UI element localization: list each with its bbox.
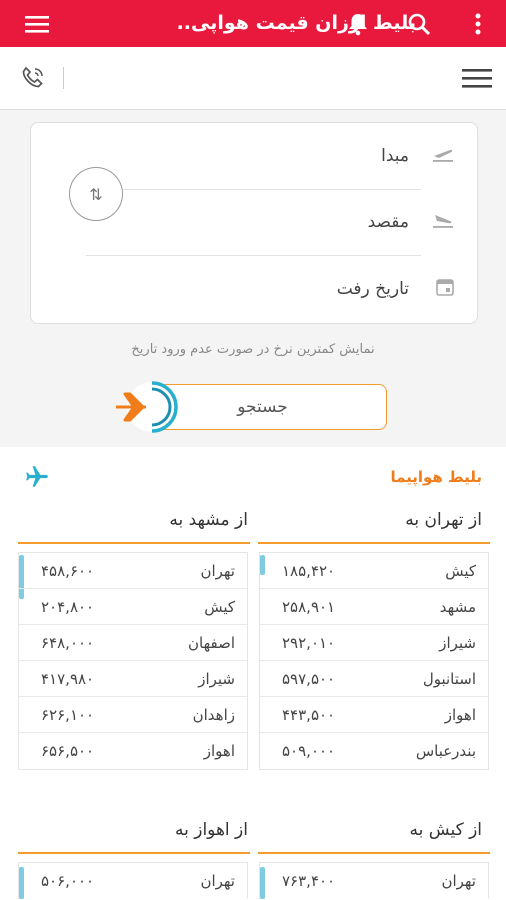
more-vert-icon[interactable] xyxy=(468,0,488,47)
destination-field[interactable]: مقصد xyxy=(87,197,477,247)
date-field[interactable]: تاریخ رفت xyxy=(87,264,477,314)
route-price: ۱۸۵,۴۲۰ xyxy=(282,562,336,580)
route-row[interactable]: تهران ۵۰۶,۰۰۰ xyxy=(19,863,247,899)
destination-label: مقصد xyxy=(367,212,409,232)
route-row[interactable]: کیش ۱۸۵,۴۲۰ xyxy=(260,553,488,589)
route-city: شیراز xyxy=(198,670,235,688)
route-underline xyxy=(18,852,250,854)
divider xyxy=(86,255,421,256)
app-title: بلیط ارزان قیمت هواپی.. xyxy=(176,12,416,34)
section-brand: بلیط هواپیما xyxy=(390,468,482,486)
route-title-mashhad: از مشهد به xyxy=(169,510,248,530)
route-row[interactable]: اصفهان ۶۴۸,۰۰۰ xyxy=(19,625,247,661)
route-row[interactable]: استانبول ۵۹۷,۵۰۰ xyxy=(260,661,488,697)
landing-icon xyxy=(431,211,455,233)
calendar-icon xyxy=(435,277,455,301)
route-city: تهران xyxy=(441,872,476,890)
route-city: اهواز xyxy=(203,742,235,760)
route-city: اهواز xyxy=(444,706,476,724)
menu-icon[interactable] xyxy=(20,0,54,47)
route-row[interactable]: اهواز ۶۵۶,۵۰۰ xyxy=(19,733,247,769)
route-price: ۲۵۸,۹۰۱ xyxy=(282,598,336,616)
route-city: بندرعباس xyxy=(415,742,476,760)
route-title-kish: از کیش به xyxy=(409,820,482,840)
route-city: کیش xyxy=(204,598,235,616)
route-city: زاهدان xyxy=(192,706,235,724)
search-button-label: جستجو xyxy=(237,397,288,417)
route-list-kish: تهران ۷۶۳,۴۰۰ xyxy=(259,862,489,899)
route-price: ۲۹۲,۰۱۰ xyxy=(282,634,336,652)
route-city: تهران xyxy=(200,562,235,580)
route-city: اصفهان xyxy=(188,634,235,652)
route-price: ۵۹۷,۵۰۰ xyxy=(282,670,336,688)
route-row[interactable]: اهواز ۴۴۳,۵۰۰ xyxy=(260,697,488,733)
route-row[interactable]: مشهد ۲۵۸,۹۰۱ xyxy=(260,589,488,625)
route-row[interactable]: تهران ۴۵۸,۶۰۰ xyxy=(19,553,247,589)
toolbar-divider xyxy=(63,67,64,89)
route-list-ahvaz: تهران ۵۰۶,۰۰۰ xyxy=(18,862,248,899)
route-price: ۶۵۶,۵۰۰ xyxy=(41,742,95,760)
route-list-mashhad: تهران ۴۵۸,۶۰۰ کیش ۲۰۴,۸۰۰ اصفهان ۶۴۸,۰۰۰ شی… xyxy=(18,552,248,770)
route-title-ahvaz: از اهواز به xyxy=(175,820,248,840)
divider xyxy=(121,189,421,190)
route-price: ۶۴۸,۰۰۰ xyxy=(41,634,95,652)
app-bar: بلیط ارزان قیمت هواپی.. xyxy=(0,0,506,47)
route-underline xyxy=(18,542,250,544)
airplane-icon xyxy=(24,464,50,494)
search-hint: نمایش کمترین نرخ در صورت عدم ورود تاریخ xyxy=(131,342,375,357)
route-underline xyxy=(258,852,490,854)
origin-label: مبدا xyxy=(381,146,409,166)
route-price: ۵۰۶,۰۰۰ xyxy=(41,872,95,890)
route-row[interactable]: شیراز ۴۱۷,۹۸۰ xyxy=(19,661,247,697)
origin-field[interactable]: مبدا xyxy=(87,131,477,181)
route-city: شیراز xyxy=(439,634,476,652)
route-row[interactable]: زاهدان ۶۲۶,۱۰۰ xyxy=(19,697,247,733)
route-price: ۲۰۴,۸۰۰ xyxy=(41,598,95,616)
search-icon[interactable] xyxy=(404,0,434,47)
route-price: ۵۰۹,۰۰۰ xyxy=(282,742,336,760)
route-title-tehran: از تهران به xyxy=(405,510,482,530)
airplane-badge-icon xyxy=(112,380,180,434)
route-row[interactable]: بندرعباس ۵۰۹,۰۰۰ xyxy=(260,733,488,769)
phone-icon[interactable] xyxy=(20,65,46,95)
toolbar xyxy=(0,47,506,110)
takeoff-icon xyxy=(431,145,455,167)
route-city: کیش xyxy=(445,562,476,580)
search-form: مبدا ⇅ مقصد تاریخ رفت xyxy=(30,122,478,324)
route-row[interactable]: شیراز ۲۹۲,۰۱۰ xyxy=(260,625,488,661)
bell-icon[interactable] xyxy=(343,0,373,47)
route-row[interactable]: کیش ۲۰۴,۸۰۰ xyxy=(19,589,247,625)
route-price: ۴۴۳,۵۰۰ xyxy=(282,706,336,724)
route-price: ۶۲۶,۱۰۰ xyxy=(41,706,95,724)
route-row[interactable]: تهران ۷۶۳,۴۰۰ xyxy=(260,863,488,899)
route-list-tehran: کیش ۱۸۵,۴۲۰ مشهد ۲۵۸,۹۰۱ شیراز ۲۹۲,۰۱۰ استا… xyxy=(259,552,489,770)
route-price: ۴۱۷,۹۸۰ xyxy=(41,670,95,688)
route-price: ۷۶۳,۴۰۰ xyxy=(282,872,336,890)
route-city: مشهد xyxy=(439,598,476,616)
route-city: تهران xyxy=(200,872,235,890)
route-price: ۴۵۸,۶۰۰ xyxy=(41,562,95,580)
date-label: تاریخ رفت xyxy=(336,279,409,299)
route-city: استانبول xyxy=(422,670,476,688)
hamburger-icon[interactable] xyxy=(462,69,492,93)
route-underline xyxy=(258,542,490,544)
